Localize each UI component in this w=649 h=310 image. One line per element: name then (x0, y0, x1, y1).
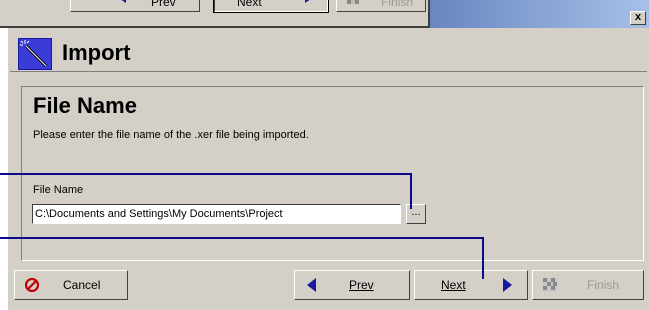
cancel-label: Cancel (63, 278, 101, 292)
file-name-label: File Name (33, 184, 84, 196)
wizard-header: Import (10, 30, 647, 72)
finish-flag-icon (347, 0, 359, 7)
section-description: Please enter the file name of the .xer f… (33, 129, 309, 141)
prev-label: Prev (349, 278, 374, 292)
title-bar: x (430, 0, 649, 28)
finish-button[interactable]: Finish (532, 270, 644, 300)
cancel-icon (24, 277, 40, 295)
cancel-button[interactable]: Cancel (14, 270, 128, 300)
browse-button[interactable]: ... (406, 204, 426, 224)
finish-flag-icon (543, 278, 557, 295)
background-wizard-window: Prev Next Finish (0, 0, 430, 28)
prev-arrow-icon (307, 278, 317, 295)
file-name-input[interactable] (32, 204, 401, 224)
prev-arrow-icon (117, 0, 127, 6)
next-arrow-icon (503, 278, 513, 295)
next-button[interactable]: Next (414, 270, 528, 300)
finish-label: Finish (587, 278, 620, 292)
callout-line-browse-horizontal (0, 173, 412, 175)
background-next-label: Next (237, 0, 262, 9)
page-title: Import (62, 40, 131, 65)
callout-line-next-vertical (482, 237, 484, 279)
wizard-wand-icon (18, 38, 52, 70)
background-next-button[interactable]: Next (213, 0, 329, 13)
background-prev-button[interactable]: Prev (70, 0, 200, 12)
next-label: Next (441, 278, 466, 292)
background-prev-label: Prev (151, 0, 176, 9)
section-title: File Name (33, 93, 137, 118)
callout-line-browse-vertical (410, 173, 412, 209)
callout-line-next-horizontal (0, 237, 484, 239)
import-dialog: Import File Name Please enter the file n… (8, 28, 649, 310)
next-arrow-icon (305, 0, 315, 6)
close-button[interactable]: x (630, 11, 646, 25)
background-finish-label: Finish (381, 0, 414, 9)
background-finish-button[interactable]: Finish (336, 0, 426, 12)
prev-button[interactable]: Prev (294, 270, 410, 300)
button-bar: Cancel Prev Next Finish (8, 264, 649, 308)
